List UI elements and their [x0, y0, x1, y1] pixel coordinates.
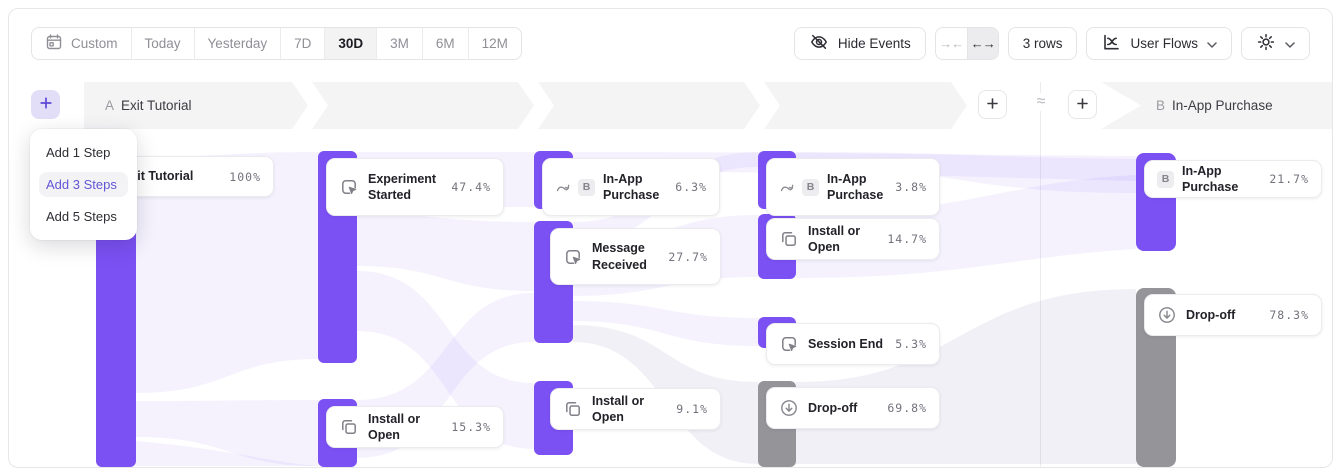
plus-icon	[40, 96, 52, 114]
menu-item-add-1-step[interactable]: Add 1 Step	[39, 140, 128, 165]
flow-a-header: A Exit Tutorial	[105, 82, 192, 129]
add-column-right-button[interactable]	[1068, 90, 1097, 119]
jump-arrow-icon	[555, 180, 571, 194]
flow-split-divider	[1040, 82, 1041, 467]
flow-node-message-received[interactable]: Message Received 27.7%	[550, 228, 721, 285]
flow-node-install-or-open-3[interactable]: Install or Open 14.7%	[766, 218, 940, 260]
date-range-custom[interactable]: Custom	[32, 28, 132, 59]
flow-node-install-or-open-1[interactable]: Install or Open 15.3%	[326, 406, 504, 448]
flow-node-experiment-started[interactable]: Experiment Started 47.4%	[326, 158, 504, 216]
flow-b-letter: B	[1156, 98, 1165, 113]
approx-gap-symbol: ≈	[1030, 93, 1052, 111]
add-column-left-button[interactable]	[978, 90, 1007, 119]
menu-item-add-5-steps[interactable]: Add 5 Steps	[39, 204, 128, 229]
step-band-a-3	[538, 82, 760, 129]
date-range-12m[interactable]: 12M	[469, 28, 521, 59]
column-width-toggle: →← ←→	[935, 27, 999, 60]
expand-columns-icon[interactable]: ←→	[967, 28, 998, 59]
user-flows-panel: Custom Today Yesterday 7D 30D 3M 6M 12M …	[8, 8, 1333, 468]
rows-button[interactable]: 3 rows	[1008, 27, 1078, 60]
date-range-yesterday[interactable]: Yesterday	[195, 28, 282, 59]
flow-node-in-app-purchase-1[interactable]: B In-App Purchase 6.3%	[542, 158, 720, 216]
date-range-3m[interactable]: 3M	[377, 28, 423, 59]
install-windows-icon	[339, 417, 359, 437]
hide-events-button[interactable]: Hide Events	[794, 27, 926, 60]
calendar-icon	[45, 33, 63, 54]
collapse-columns-icon[interactable]: →←	[936, 28, 967, 59]
flow-node-in-app-purchase-b[interactable]: B In-App Purchase 21.7%	[1144, 160, 1322, 198]
date-range-30d-selected[interactable]: 30D	[325, 28, 377, 59]
menu-item-add-3-steps[interactable]: Add 3 Steps	[39, 172, 128, 197]
date-range-today[interactable]: Today	[132, 28, 195, 59]
gear-icon	[1256, 32, 1276, 55]
drop-off-icon	[779, 398, 799, 418]
install-windows-icon	[563, 399, 583, 419]
jump-arrow-icon	[779, 180, 795, 194]
flow-b-header: B In-App Purchase	[1156, 82, 1273, 129]
user-flows-chart-icon	[1101, 32, 1121, 55]
event-click-icon	[563, 247, 583, 267]
flow-a-letter: A	[105, 98, 114, 113]
flow-node-install-or-open-2[interactable]: Install or Open 9.1%	[550, 388, 721, 430]
event-click-icon	[779, 334, 799, 354]
view-selector-dropdown[interactable]: User Flows	[1086, 27, 1232, 60]
plus-icon	[1077, 96, 1088, 114]
toolbar-right: Hide Events →← ←→ 3 rows User Flows	[794, 27, 1310, 60]
date-range-selector: Custom Today Yesterday 7D 30D 3M 6M 12M	[31, 27, 522, 60]
step-band-a-2	[312, 82, 534, 129]
flow-b-title: In-App Purchase	[1172, 98, 1273, 113]
chevron-down-icon	[1285, 36, 1295, 51]
chevron-down-icon	[1207, 36, 1217, 51]
step-b-badge: B	[578, 179, 595, 196]
eye-off-icon	[809, 32, 829, 55]
flow-node-in-app-purchase-2[interactable]: B In-App Purchase 3.8%	[766, 158, 940, 216]
install-windows-icon	[779, 229, 799, 249]
plus-icon	[987, 96, 998, 114]
settings-dropdown-button[interactable]	[1241, 27, 1310, 60]
date-range-6m[interactable]: 6M	[423, 28, 469, 59]
step-b-badge: B	[802, 179, 819, 196]
add-step-menu: Add 1 Step Add 3 Steps Add 5 Steps	[30, 129, 137, 240]
event-click-icon	[339, 177, 359, 197]
flow-a-title: Exit Tutorial	[121, 98, 192, 113]
add-step-button[interactable]	[31, 90, 60, 119]
step-band-a-4	[764, 82, 967, 129]
drop-off-icon	[1157, 305, 1177, 325]
flow-node-drop-off-b[interactable]: Drop-off 78.3%	[1144, 294, 1322, 336]
flow-node-session-end[interactable]: Session End 5.3%	[766, 323, 940, 365]
flow-node-drop-off-1[interactable]: Drop-off 69.8%	[766, 387, 940, 429]
step-b-badge: B	[1157, 171, 1174, 188]
toolbar: Custom Today Yesterday 7D 30D 3M 6M 12M …	[31, 27, 1310, 60]
date-range-7d[interactable]: 7D	[281, 28, 325, 59]
